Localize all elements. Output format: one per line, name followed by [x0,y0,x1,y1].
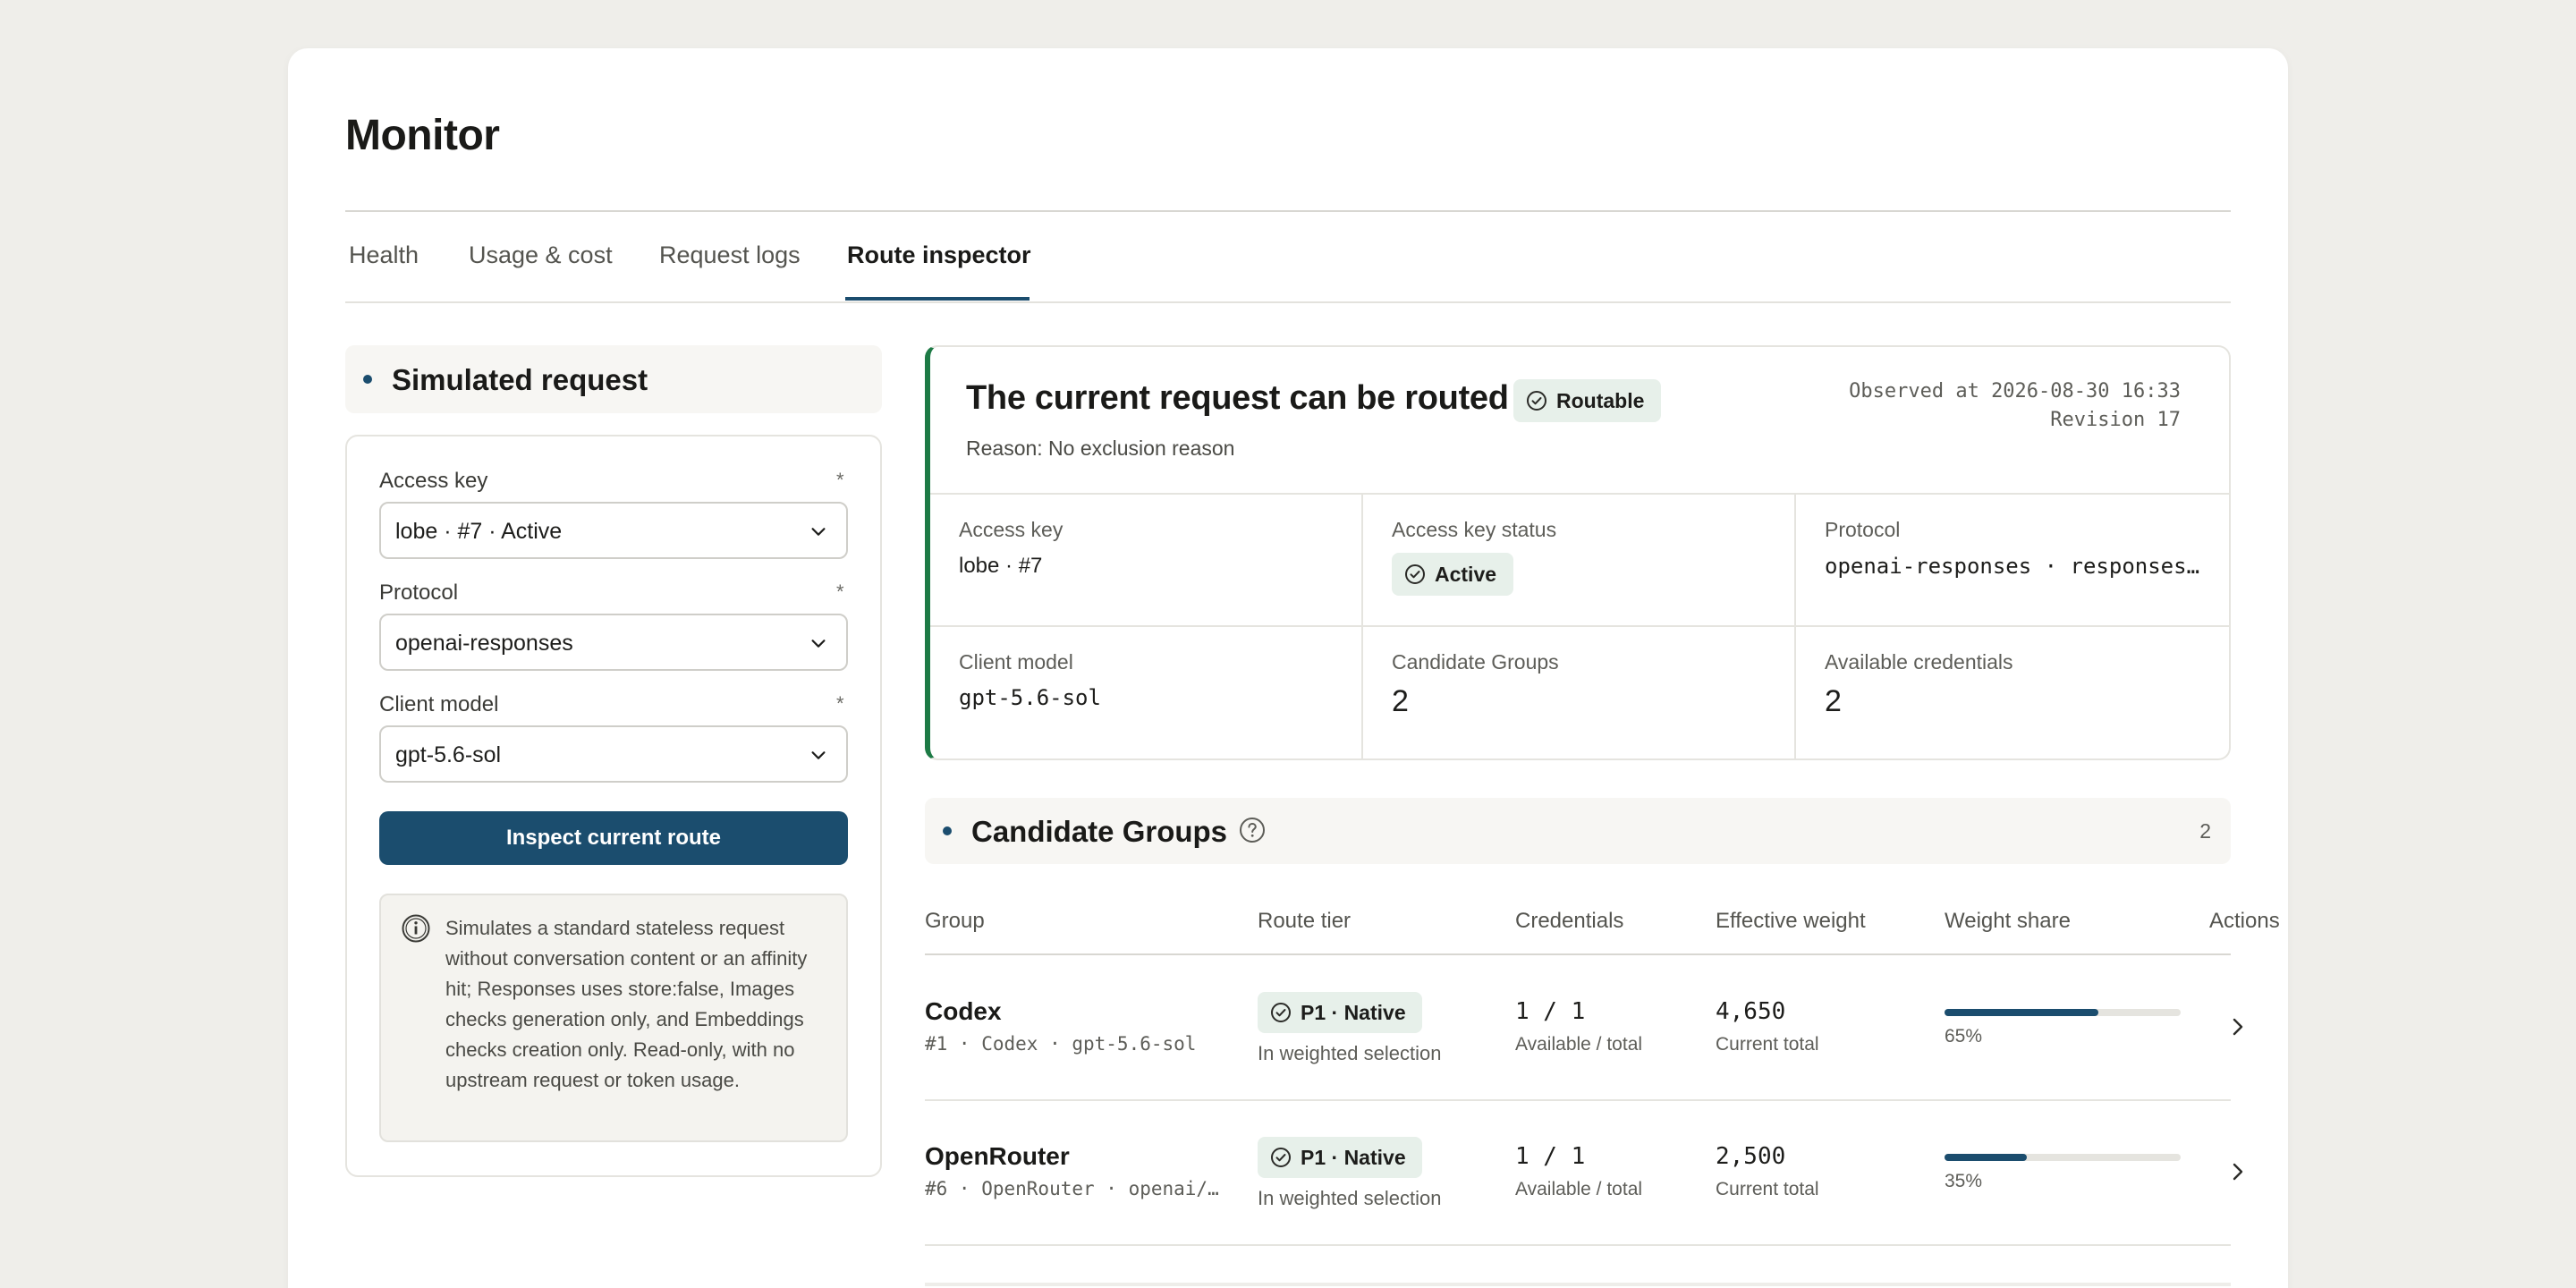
chevron-right-icon[interactable] [2227,1159,2249,1184]
access-key-label: Access key [379,469,488,493]
check-circle-icon [1271,1148,1291,1167]
section-bullet [363,375,372,384]
weight-share-percent: 35% [1945,1171,1983,1191]
revision: Revision 17 [2050,409,2181,431]
observed-at: Observed at 2026-08-30 16:33 [1849,380,2181,402]
credentials-detail: Available / total [1515,1179,1643,1199]
client-model-label: Client model [379,692,499,716]
required-mark: * [836,692,844,715]
weight-share-fill [1945,1009,2098,1016]
effective-weight-detail: Current total [1716,1034,1819,1055]
tab-route-inspector[interactable]: Route inspector [847,242,1031,269]
route-status-title: The current request can be routed [966,379,1509,417]
access-key-value: lobe · #7 · Active [395,519,563,544]
check-circle-icon [1405,564,1425,584]
credentials-detail: Available / total [1515,1034,1643,1055]
available-credentials-cell-value: 2 [1825,684,1842,718]
access-key-cell-value: lobe · #7 [959,554,1043,578]
required-mark: * [836,580,844,603]
protocol-select[interactable]: openai-responses [379,614,848,671]
row-divider [925,1099,2231,1101]
help-icon[interactable] [1238,816,1267,844]
simulated-request-header: Simulated request [345,345,882,413]
weight-share-bar [1945,1154,2181,1161]
group-detail: #6 · OpenRouter · openai/… [925,1178,1219,1199]
required-mark: * [836,469,844,491]
simulated-request-title: Simulated request [392,363,648,396]
weight-share-fill [1945,1154,2028,1161]
simulation-note: Simulates a standard stateless request w… [379,894,848,1142]
client-model-value: gpt-5.6-sol [395,742,502,767]
info-icon [402,914,430,943]
active-tab-indicator [845,297,1030,301]
column-header-credentials: Credentials [1515,909,1624,933]
weight-share-percent: 65% [1945,1026,1983,1046]
protocol-value: openai-responses [395,631,573,656]
column-header-actions: Actions [2209,909,2280,933]
column-header-group: Group [925,909,985,933]
active-status-badge: Active [1392,553,1513,596]
weight-share-bar [1945,1009,2181,1016]
routable-badge: Routable [1513,379,1661,422]
candidate-groups-cell-label: Candidate Groups [1392,650,1559,674]
candidate-groups-cell-value: 2 [1392,684,1409,718]
tab-usage-cost[interactable]: Usage & cost [469,242,613,269]
divider [1794,494,1796,758]
protocol-label: Protocol [379,580,459,605]
route-status-reason: Reason: No exclusion reason [966,436,1235,460]
available-credentials-cell-label: Available credentials [1825,650,2013,674]
protocol-cell-label: Protocol [1825,518,1901,541]
chevron-right-icon[interactable] [2227,1014,2249,1039]
column-header-weight-share: Weight share [1945,909,2071,933]
tab-request-logs[interactable]: Request logs [659,242,801,269]
candidate-groups-count: 2 [2199,819,2211,843]
candidate-groups-title: Candidate Groups [971,815,1228,848]
access-key-status-label: Access key status [1392,518,1557,541]
chevron-down-icon [811,640,826,648]
title-divider [345,210,2231,212]
access-key-cell-label: Access key [959,518,1063,541]
protocol-cell-value: openai-responses · responses… [1825,554,2200,579]
chevron-down-icon [811,751,826,759]
effective-weight-value: 4,650 [1716,998,1786,1025]
observed-info: Observed at 2026-08-30 16:33 Revision 17 [1849,377,2181,435]
route-tier-badge: P1 · Native [1258,1137,1422,1178]
section-bullet [943,826,952,835]
next-section-edge [925,1283,2231,1286]
row-divider [925,1244,2231,1246]
credentials-value: 1 / 1 [1515,998,1586,1025]
column-header-route-tier: Route tier [1258,909,1352,933]
effective-weight-value: 2,500 [1716,1143,1786,1170]
route-tier-label: P1 · Native [1301,1001,1406,1024]
client-model-cell-label: Client model [959,650,1073,674]
page-title: Monitor [345,112,500,159]
group-name: Codex [925,997,1002,1025]
tabs-divider [345,301,2231,303]
check-circle-icon [1527,391,1546,411]
divider [930,625,2229,627]
chevron-down-icon [811,528,826,536]
group-detail: #1 · Codex · gpt-5.6-sol [925,1033,1197,1055]
route-tier-badge: P1 · Native [1258,992,1422,1033]
candidate-groups-header: Candidate Groups 2 [925,798,2231,864]
divider [930,493,2229,495]
credentials-value: 1 / 1 [1515,1143,1586,1170]
inspect-route-button[interactable]: Inspect current route [379,811,848,865]
check-circle-icon [1271,1003,1291,1022]
client-model-select[interactable]: gpt-5.6-sol [379,725,848,783]
route-tier-detail: In weighted selection [1258,1187,1442,1209]
route-tier-detail: In weighted selection [1258,1042,1442,1064]
route-tier-label: P1 · Native [1301,1146,1406,1169]
simulation-note-text: Simulates a standard stateless request w… [445,917,808,1091]
effective-weight-detail: Current total [1716,1179,1819,1199]
column-header-effective-weight: Effective weight [1716,909,1866,933]
access-key-select[interactable]: lobe · #7 · Active [379,502,848,559]
table-header-divider [925,953,2231,955]
divider [1361,494,1363,758]
active-status-label: Active [1435,563,1497,586]
tab-health[interactable]: Health [349,242,419,269]
client-model-cell-value: gpt-5.6-sol [959,685,1101,710]
routable-badge-label: Routable [1556,389,1645,412]
group-name: OpenRouter [925,1142,1070,1170]
